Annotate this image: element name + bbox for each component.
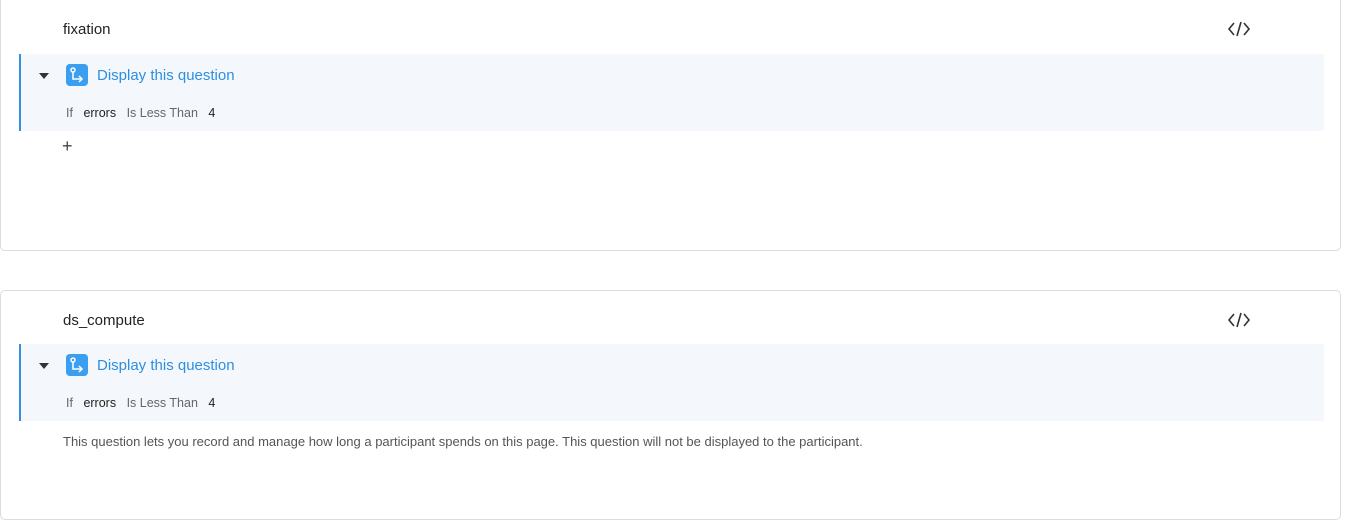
question-card-ds-compute[interactable]: ds_compute Display this question If erro… xyxy=(0,290,1341,520)
add-logic-button[interactable]: + xyxy=(62,137,73,155)
caret-down-icon[interactable] xyxy=(39,73,49,79)
logic-condition[interactable]: If errors Is Less Than 4 xyxy=(66,106,222,120)
display-logic-icon xyxy=(66,64,88,86)
condition-field[interactable]: errors xyxy=(83,396,116,410)
display-logic-block: Display this question If errors Is Less … xyxy=(19,344,1324,421)
question-id: ds_compute xyxy=(63,312,145,329)
caret-down-icon[interactable] xyxy=(39,363,49,369)
condition-if: If xyxy=(66,106,73,120)
condition-if: If xyxy=(66,396,73,410)
question-id: fixation xyxy=(63,21,111,38)
logic-condition[interactable]: If errors Is Less Than 4 xyxy=(66,396,222,410)
condition-operator[interactable]: Is Less Than xyxy=(127,106,198,120)
condition-field[interactable]: errors xyxy=(83,106,116,120)
question-card-fixation[interactable]: fixation Display this question If errors… xyxy=(0,0,1341,251)
code-icon[interactable] xyxy=(1227,20,1251,38)
question-description: This question lets you record and manage… xyxy=(63,434,863,449)
condition-value[interactable]: 4 xyxy=(208,396,215,410)
display-logic-icon xyxy=(66,354,88,376)
condition-operator[interactable]: Is Less Than xyxy=(127,396,198,410)
display-logic-block: Display this question If errors Is Less … xyxy=(19,54,1324,131)
display-logic-title[interactable]: Display this question xyxy=(97,67,235,84)
condition-value[interactable]: 4 xyxy=(208,106,215,120)
code-icon[interactable] xyxy=(1227,311,1251,329)
display-logic-title[interactable]: Display this question xyxy=(97,357,235,374)
